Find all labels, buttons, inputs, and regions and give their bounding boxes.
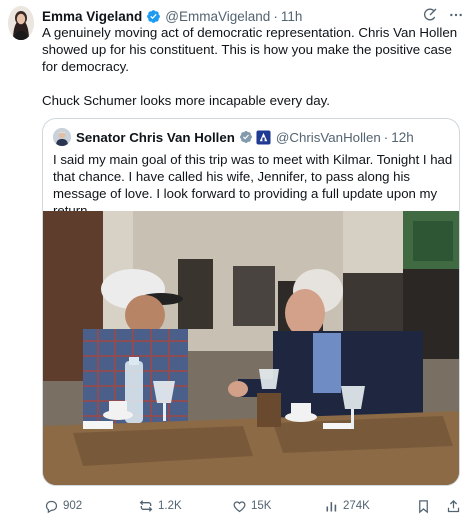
quoted-text: I said my main goal of this trip was to … [53, 152, 453, 218]
verified-badge-icon[interactable] [146, 9, 161, 24]
like-icon [232, 499, 247, 514]
bookmark-button[interactable] [416, 496, 431, 516]
separator-dot: · [273, 8, 278, 24]
reply-button[interactable]: 902 [44, 496, 82, 516]
more-icon[interactable] [448, 7, 464, 23]
tweet-time[interactable]: 11h [281, 9, 303, 24]
share-button[interactable] [446, 496, 461, 516]
views-count: 274K [343, 500, 370, 512]
tweet-text: A genuinely moving act of democratic rep… [42, 24, 462, 109]
reply-icon [44, 499, 59, 514]
repost-count: 1.2K [158, 500, 182, 512]
like-button[interactable]: 15K [232, 496, 271, 516]
tweet-actions: 902 1.2K 15K 274K [42, 496, 462, 516]
like-count: 15K [251, 500, 272, 512]
capitol-label-icon[interactable] [256, 129, 271, 145]
tweet-paragraph-1: A genuinely moving act of democratic rep… [42, 25, 458, 74]
tweet-header: Emma Vigeland @EmmaVigeland · 11h [42, 6, 464, 26]
bookmark-icon [416, 499, 431, 514]
author-name[interactable]: Emma Vigeland [42, 9, 142, 24]
repost-button[interactable]: 1.2K [138, 496, 182, 516]
author-avatar[interactable] [8, 6, 34, 40]
share-icon [446, 499, 461, 514]
quoted-time[interactable]: 12h [391, 130, 414, 145]
views-button[interactable]: 274K [324, 496, 370, 516]
views-icon [324, 499, 339, 514]
quoted-photo[interactable] [43, 211, 460, 486]
grok-icon[interactable] [422, 7, 438, 23]
reply-count: 902 [63, 500, 83, 512]
quoted-handle[interactable]: @ChrisVanHollen [276, 130, 381, 145]
quoted-name[interactable]: Senator Chris Van Hollen [76, 130, 235, 145]
quoted-header: Senator Chris Van Hollen @ChrisVanHollen… [53, 127, 451, 147]
quoted-avatar[interactable] [53, 128, 71, 146]
tweet[interactable]: Emma Vigeland @EmmaVigeland · 11h A genu… [0, 0, 474, 522]
government-badge-icon[interactable] [239, 130, 253, 144]
tweet-paragraph-2: Chuck Schumer looks more incapable every… [42, 93, 330, 108]
author-handle[interactable]: @EmmaVigeland [165, 9, 270, 24]
repost-icon [138, 498, 154, 514]
header-actions [422, 7, 464, 23]
quoted-separator-dot: · [383, 129, 389, 145]
quoted-tweet[interactable]: Senator Chris Van Hollen @ChrisVanHollen… [42, 118, 460, 486]
